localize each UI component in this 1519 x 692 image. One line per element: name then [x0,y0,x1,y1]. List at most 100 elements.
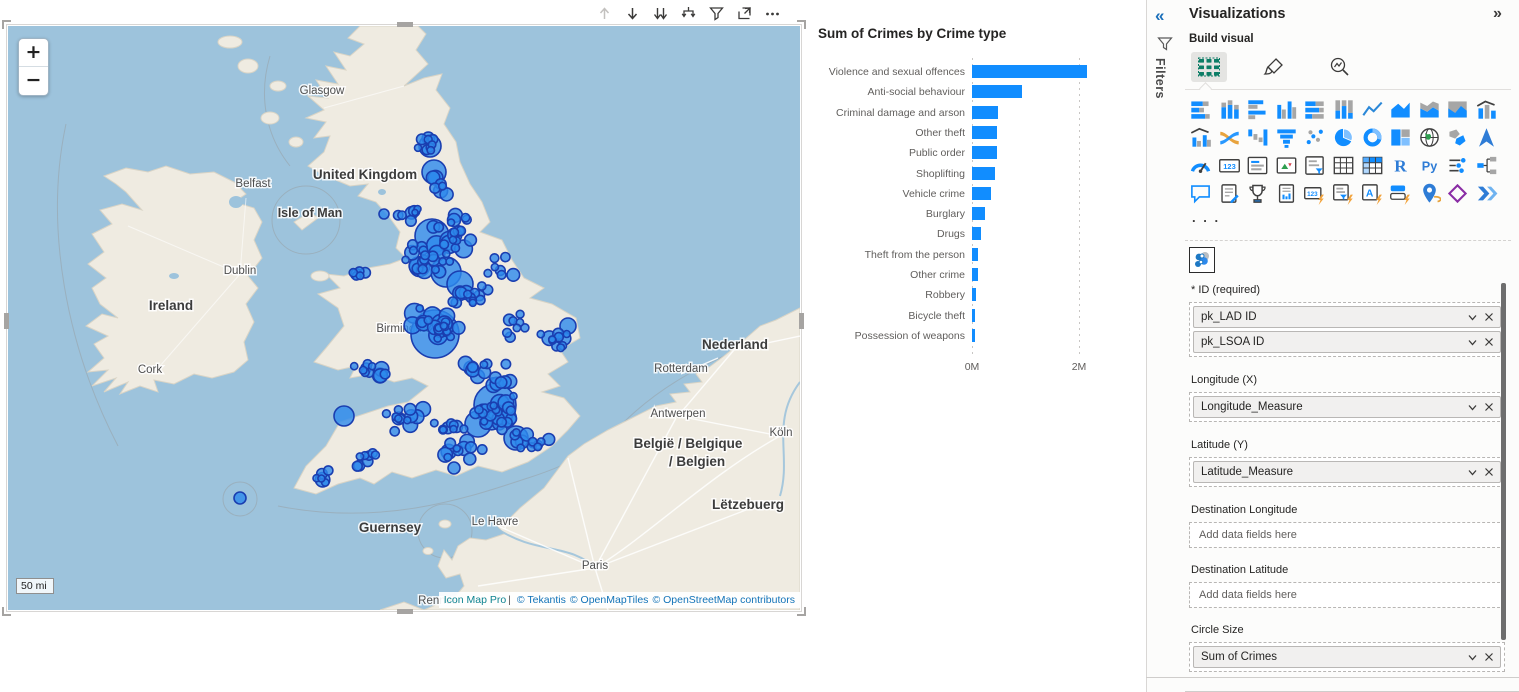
gallery-icon-waterfall-chart[interactable] [1246,126,1269,149]
crime-bubble[interactable] [501,253,510,262]
crime-bubble[interactable] [359,367,367,375]
crime-bubble[interactable] [418,265,427,274]
crime-bubble[interactable] [510,393,517,400]
gallery-icon-clustered-column-chart[interactable] [1275,98,1298,121]
crime-bubble[interactable] [497,271,506,280]
resize-handle-top-right[interactable] [797,20,806,29]
gallery-icon-gauge[interactable] [1189,154,1212,177]
crime-bubble[interactable] [557,344,565,352]
go-to-next-level-icon[interactable] [652,5,669,22]
bar[interactable] [972,85,1022,98]
crime-bubble[interactable] [234,492,246,504]
crime-bubble[interactable] [440,426,447,433]
crime-bubble[interactable] [434,223,443,232]
crime-bubble[interactable] [481,418,488,425]
bar[interactable] [972,227,981,240]
crime-bubble[interactable] [490,402,497,409]
attribution-link-openmaptiles[interactable]: © OpenMapTiles [570,594,649,606]
zoom-out-button[interactable]: − [19,67,48,95]
crime-bubble[interactable] [491,264,498,271]
crime-bubble[interactable] [448,219,455,226]
gallery-icon-card[interactable]: 123 [1218,154,1241,177]
bar[interactable] [972,126,997,139]
gallery-icon-python-visual[interactable]: Py [1418,154,1441,177]
chevron-down-icon[interactable] [1467,312,1478,323]
crime-bubble[interactable] [516,310,524,318]
crime-bubble[interactable] [461,214,469,222]
gallery-icon-metrics[interactable] [1246,182,1269,205]
crime-bubble[interactable] [432,266,440,274]
bar[interactable] [972,329,975,342]
crime-bubble[interactable] [356,272,364,280]
bar-chart-visual[interactable]: Sum of Crimes by Crime type Violence and… [810,10,1140,382]
crime-bubble[interactable] [450,228,458,236]
crime-bubble[interactable] [434,335,441,342]
attribution-link-tekantis[interactable]: © Tekantis [517,594,566,606]
crime-bubble[interactable] [495,377,506,388]
crime-bubble[interactable] [404,417,411,424]
crime-bubble[interactable] [398,211,406,219]
bar[interactable] [972,268,978,281]
gallery-icon-paginated-report[interactable] [1275,182,1298,205]
pane-scrollbar[interactable] [1501,283,1506,640]
gallery-icon-stacked-column-chart[interactable] [1218,98,1241,121]
filters-pane-label[interactable]: Filters [1153,58,1167,99]
bar[interactable] [972,146,997,159]
crime-bubble[interactable] [334,406,354,426]
expand-all-down-one-level-icon[interactable] [680,5,697,22]
gallery-icon-ribbon-chart[interactable] [1218,126,1241,149]
resize-handle-bottom-right[interactable] [797,607,806,616]
field-pill-latitude-measure[interactable]: Latitude_Measure [1193,461,1501,483]
focus-mode-icon[interactable] [736,5,753,22]
tab-analytics[interactable] [1321,52,1357,82]
gallery-icon-text-slicer[interactable]: A [1361,182,1384,205]
crime-bubble[interactable] [440,240,449,249]
chevron-down-icon[interactable] [1467,402,1478,413]
icon-map-pro-gallery-icon[interactable] [1189,247,1215,273]
crime-bubble[interactable] [450,426,457,433]
field-pill-pk-lad-id[interactable]: pk_LAD ID [1193,306,1501,328]
gallery-icon-100-stacked-bar-chart[interactable] [1303,98,1326,121]
remove-field-icon[interactable] [1484,402,1494,412]
chevron-down-icon[interactable] [1467,467,1478,478]
crime-bubble[interactable] [431,419,438,426]
crime-bubble[interactable] [490,254,499,263]
gallery-icon-power-automate[interactable] [1475,182,1498,205]
remove-field-icon[interactable] [1484,652,1494,662]
crime-bubble[interactable] [460,425,468,433]
crime-bubble[interactable] [440,322,447,329]
icon-map-pro-visual[interactable]: GlasgowBelfastUnited KingdomIsle of ManD… [6,24,802,612]
crime-bubble[interactable] [324,466,333,475]
crime-bubble[interactable] [379,209,389,219]
crime-bubble[interactable] [415,144,422,151]
gallery-icon-treemap[interactable] [1389,126,1412,149]
gallery-icon-100-stacked-area-chart[interactable] [1446,98,1469,121]
crime-bubble[interactable] [351,363,358,370]
gallery-icon-map[interactable] [1418,126,1441,149]
collapse-visualizations-pane-button[interactable]: » [1493,5,1502,23]
remove-field-icon[interactable] [1484,337,1494,347]
crime-bubble[interactable] [404,404,416,416]
gallery-icon-r-script-visual[interactable]: R [1389,154,1412,177]
gallery-icon-smart-narrative[interactable] [1218,182,1241,205]
crime-bubble[interactable] [402,256,409,263]
expand-filters-pane-button[interactable]: « [1155,6,1164,26]
crime-bubble[interactable] [439,182,447,190]
crime-bubble[interactable] [464,290,472,298]
crime-bubble[interactable] [416,305,423,312]
well-dropzone[interactable]: Sum of Crimes [1189,642,1505,672]
zoom-in-button[interactable]: + [19,39,48,67]
crime-bubble[interactable] [507,269,520,282]
crime-bubble[interactable] [451,244,459,252]
crime-bubble[interactable] [452,322,465,335]
gallery-icon-filled-map[interactable] [1446,126,1469,149]
gallery-icon-100-stacked-column-chart[interactable] [1332,98,1355,121]
crime-bubble[interactable] [480,361,487,368]
crime-bubble[interactable] [424,316,432,324]
gallery-icon-table[interactable] [1332,154,1355,177]
crime-bubble[interactable] [352,461,362,471]
well-dropzone[interactable]: Latitude_Measure [1189,457,1505,487]
crime-bubble[interactable] [449,236,456,243]
field-pill-longitude-measure[interactable]: Longitude_Measure [1193,396,1501,418]
gallery-icon-line-chart[interactable] [1361,98,1384,121]
